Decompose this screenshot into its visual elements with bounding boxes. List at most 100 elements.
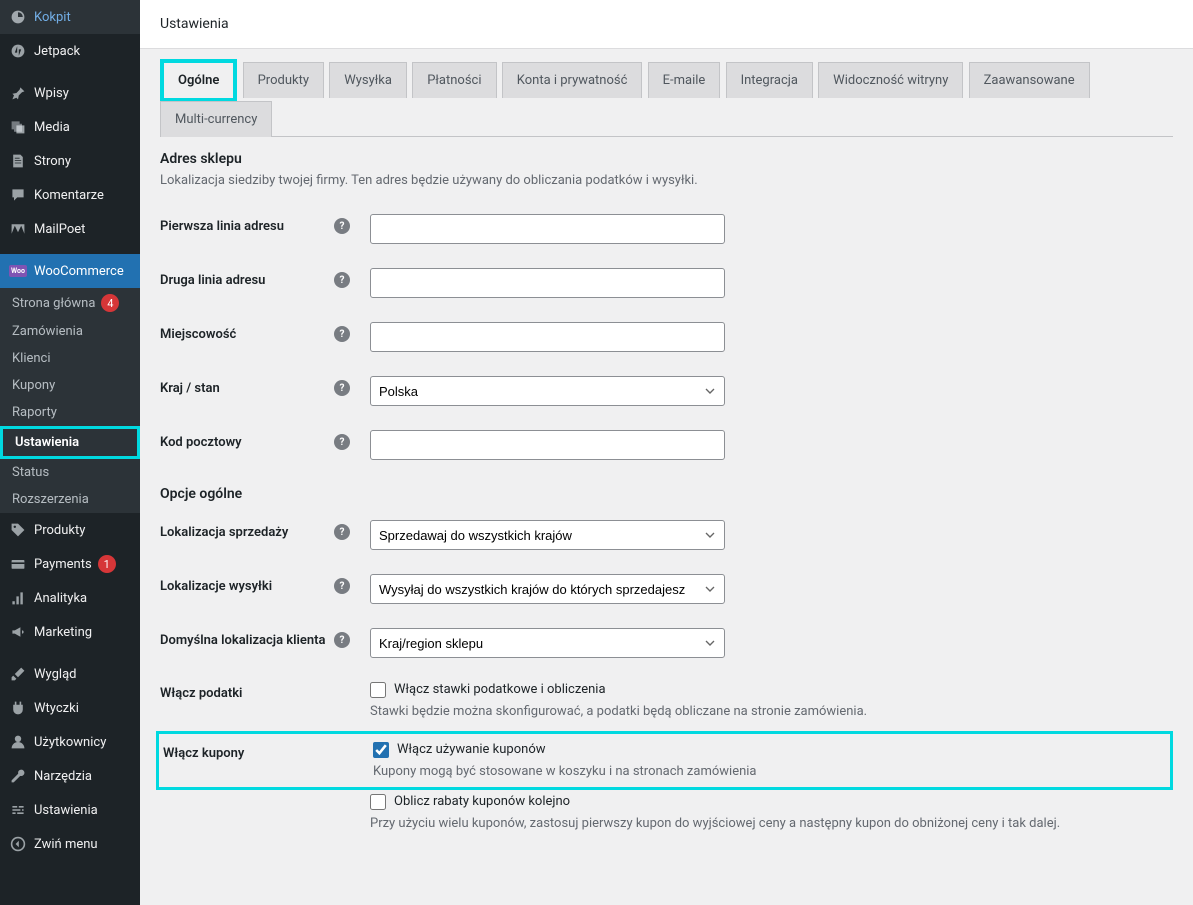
brush-icon (8, 664, 28, 684)
sidebar-item-analytics[interactable]: Analityka (0, 581, 140, 615)
sidebar-item-jetpack[interactable]: Jetpack (0, 34, 140, 68)
sidebar-label: Kokpit (34, 10, 71, 25)
help-icon[interactable]: ? (334, 524, 350, 540)
checkbox-label-taxes: Włącz stawki podatkowe i obliczenia (394, 682, 606, 697)
user-icon (8, 732, 28, 752)
checkbox-sequential-coupons[interactable] (370, 794, 386, 810)
sliders-icon (8, 800, 28, 820)
sidebar-label: Marketing (34, 625, 92, 640)
jetpack-icon (8, 41, 28, 61)
hint-taxes: Stawki będzie można skonfigurować, a pod… (370, 704, 1173, 719)
sidebar-item-tools[interactable]: Narzędzia (0, 759, 140, 793)
input-city[interactable] (370, 322, 725, 352)
sidebar-label: Wtyczki (34, 701, 79, 716)
tab-general[interactable]: Ogólne (160, 59, 237, 102)
input-address-line2[interactable] (370, 268, 725, 298)
submenu-label: Rozszerzenia (12, 492, 89, 507)
sidebar-item-settings[interactable]: Ustawienia (0, 793, 140, 827)
sidebar-label: Komentarze (34, 188, 104, 203)
tab-multi-currency[interactable]: Multi-currency (160, 101, 272, 137)
sidebar-label: WooCommerce (34, 264, 124, 279)
pages-icon (8, 151, 28, 171)
help-icon[interactable]: ? (334, 272, 350, 288)
help-icon[interactable]: ? (334, 578, 350, 594)
help-icon[interactable]: ? (334, 632, 350, 648)
help-icon[interactable]: ? (334, 218, 350, 234)
label-taxes: Włącz podatki (160, 686, 242, 701)
count-badge: 1 (98, 555, 116, 573)
collapse-icon (8, 834, 28, 854)
label-country: Kraj / stan (160, 381, 220, 396)
sidebar-item-users[interactable]: Użytkownicy (0, 725, 140, 759)
tab-integration[interactable]: Integracja (726, 62, 813, 98)
submenu-item-home[interactable]: Strona główna 4 (0, 288, 140, 318)
submenu-item-coupons[interactable]: Kupony (0, 372, 140, 399)
dashboard-icon (8, 7, 28, 27)
sidebar-label: Użytkownicy (34, 735, 106, 750)
sidebar-item-pages[interactable]: Strony (0, 144, 140, 178)
label-postcode: Kod pocztowy (160, 435, 242, 450)
tab-shipping[interactable]: Wysyłka (329, 62, 407, 98)
row-coupons-sequential: Oblicz rabaty kuponów kolejno Przy użyci… (160, 790, 1173, 843)
submenu-label: Kupony (12, 378, 55, 393)
sidebar-label: Strony (34, 154, 71, 169)
select-default-customer[interactable]: Kraj/region sklepu (370, 628, 725, 658)
submenu-label: Klienci (12, 351, 51, 366)
checkbox-enable-taxes[interactable] (370, 682, 386, 698)
media-icon (8, 117, 28, 137)
select-shipping-location[interactable]: Wysyłaj do wszystkich krajów do których … (370, 574, 725, 604)
checkbox-enable-coupons[interactable] (373, 742, 389, 758)
submenu-item-customers[interactable]: Klienci (0, 345, 140, 372)
checkbox-label-coupons1: Włącz używanie kuponów (397, 742, 546, 757)
analytics-icon (8, 588, 28, 608)
row-city: Miejscowość ? (160, 310, 1173, 364)
submenu-item-settings[interactable]: Ustawienia (0, 426, 140, 459)
sidebar-item-posts[interactable]: Wpisy (0, 76, 140, 110)
sidebar-item-plugins[interactable]: Wtyczki (0, 691, 140, 725)
tab-payments[interactable]: Płatności (412, 62, 496, 98)
sidebar-label: Media (34, 120, 70, 135)
tab-site-visibility[interactable]: Widoczność witryny (818, 62, 963, 98)
submenu-item-orders[interactable]: Zamówienia (0, 318, 140, 345)
sidebar-item-appearance[interactable]: Wygląd (0, 657, 140, 691)
sidebar-item-payments[interactable]: Payments 1 (0, 547, 140, 581)
sidebar-item-mailpoet[interactable]: MailPoet (0, 212, 140, 246)
sidebar-item-woocommerce[interactable]: Woo WooCommerce (0, 254, 140, 288)
submenu-item-extensions[interactable]: Rozszerzenia (0, 486, 140, 513)
select-country[interactable]: Polska (370, 376, 725, 406)
help-icon[interactable]: ? (334, 380, 350, 396)
sidebar-item-marketing[interactable]: Marketing (0, 615, 140, 649)
products-icon (8, 520, 28, 540)
sidebar-item-media[interactable]: Media (0, 110, 140, 144)
submenu-label: Ustawienia (15, 435, 79, 450)
comment-icon (8, 185, 28, 205)
sidebar-item-dashboard[interactable]: Kokpit (0, 0, 140, 34)
mailpoet-icon (8, 219, 28, 239)
sidebar-item-collapse[interactable]: Zwiń menu (0, 827, 140, 861)
section-heading-general: Opcje ogólne (160, 486, 1173, 502)
submenu-item-status[interactable]: Status (0, 459, 140, 486)
tab-products[interactable]: Produkty (243, 62, 324, 98)
page-header: Ustawienia (140, 0, 1193, 49)
sidebar-item-products[interactable]: Produkty (0, 513, 140, 547)
tab-accounts[interactable]: Konta i prywatność (502, 62, 643, 98)
sidebar-label: Jetpack (34, 44, 80, 59)
sidebar-item-comments[interactable]: Komentarze (0, 178, 140, 212)
tab-advanced[interactable]: Zaawansowane (969, 62, 1090, 98)
input-postcode[interactable] (370, 430, 725, 460)
submenu-label: Raporty (12, 405, 57, 420)
wrench-icon (8, 766, 28, 786)
help-icon[interactable]: ? (334, 326, 350, 342)
tab-emails[interactable]: E-maile (648, 62, 721, 98)
sidebar-label: Zwiń menu (34, 837, 98, 852)
label-address-line2: Druga linia adresu (160, 273, 265, 288)
submenu-item-reports[interactable]: Raporty (0, 399, 140, 426)
row-postcode: Kod pocztowy ? (160, 418, 1173, 472)
label-selling-location: Lokalizacja sprzedaży (160, 525, 288, 540)
checkbox-label-coupons2: Oblicz rabaty kuponów kolejno (394, 794, 570, 809)
input-address-line1[interactable] (370, 214, 725, 244)
select-selling-location[interactable]: Sprzedawaj do wszystkich krajów (370, 520, 725, 550)
help-icon[interactable]: ? (334, 434, 350, 450)
label-address-line1: Pierwsza linia adresu (160, 219, 284, 234)
row-shipping-location: Lokalizacje wysyłki ? Wysyłaj do wszystk… (160, 562, 1173, 616)
